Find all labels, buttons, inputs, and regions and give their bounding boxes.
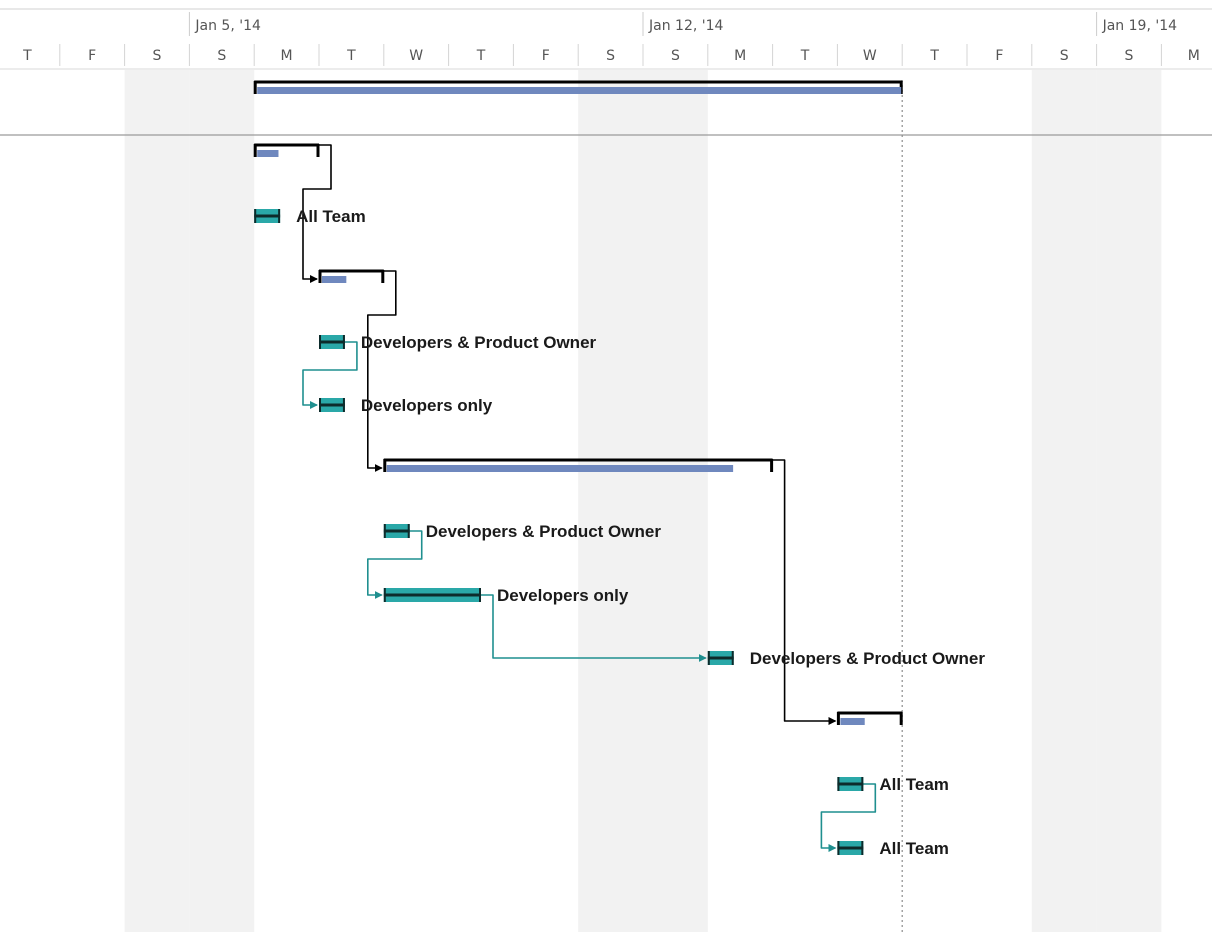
day-label: F — [995, 48, 1003, 64]
day-label: T — [800, 48, 810, 64]
task-bar-center-line — [254, 214, 281, 218]
day-label: S — [1060, 48, 1069, 64]
day-label: M — [734, 48, 746, 64]
summary-progress-bar — [322, 276, 347, 283]
day-label: W — [863, 48, 877, 64]
day-label: M — [1188, 48, 1200, 64]
day-label: T — [929, 48, 939, 64]
day-label: F — [88, 48, 96, 64]
day-label: S — [153, 48, 162, 64]
summary-bar — [318, 269, 385, 283]
summary-progress-bar — [257, 87, 902, 94]
nonworking-day-shading — [124, 68, 1162, 932]
resource-name-label: All Team — [879, 775, 949, 794]
task-bar-center-line — [383, 593, 481, 597]
weekend-shade — [578, 68, 643, 932]
resource-name-label: Developers & Product Owner — [750, 649, 986, 668]
dependency-link-summary — [772, 459, 837, 725]
resource-name-label: Developers only — [497, 586, 629, 605]
day-label: F — [542, 48, 550, 64]
task-bar[interactable] — [319, 398, 345, 412]
week-label: Jan 19, '14 — [1102, 18, 1178, 34]
summary-progress-bar — [257, 150, 279, 157]
weekend-shade — [189, 68, 255, 932]
task-bar-center-line — [837, 846, 864, 850]
summary-bar — [253, 143, 320, 157]
resource-name-label: Developers & Product Owner — [426, 522, 662, 541]
task-bar[interactable] — [707, 651, 734, 665]
task-bar-center-line — [837, 782, 864, 786]
task-bar-center-line — [319, 340, 345, 344]
task-bar[interactable] — [383, 524, 410, 538]
summary-progress-bar — [386, 465, 734, 472]
week-label: Jan 5, '14 — [194, 18, 261, 34]
resource-name-label: All Team — [296, 207, 366, 226]
summary-bar — [836, 711, 903, 725]
gantt-canvas[interactable]: Jan 5, '14 Jan 12, '14 Jan 19, '14 T F S S M T W T… — [0, 0, 1212, 932]
resource-name-label: Developers & Product Owner — [361, 333, 597, 352]
task-bar[interactable] — [254, 209, 281, 223]
resource-name-label: Developers only — [361, 396, 493, 415]
weekend-shade — [124, 68, 190, 932]
gantt-chart-view[interactable]: Jan 5, '14 Jan 12, '14 Jan 19, '14 T F S S M T W T… — [0, 0, 1212, 932]
task-bar-center-line — [707, 656, 734, 660]
day-label: S — [671, 48, 680, 64]
weekend-shade — [1031, 68, 1097, 932]
summary-bar — [253, 80, 903, 94]
day-label: S — [606, 48, 615, 64]
dependency-link-task — [302, 341, 358, 409]
week-label: Jan 12, '14 — [648, 18, 724, 34]
day-label: S — [1125, 48, 1134, 64]
day-label: T — [476, 48, 486, 64]
summary-bar — [383, 458, 774, 472]
day-label: T — [346, 48, 356, 64]
dependency-link-task — [820, 783, 877, 852]
task-bar[interactable] — [319, 335, 345, 349]
dependency-link-task — [367, 530, 423, 599]
weekend-shade — [1096, 68, 1162, 932]
task-bar[interactable] — [837, 777, 864, 791]
task-bar[interactable] — [837, 841, 864, 855]
summary-progress-bar — [840, 718, 865, 725]
task-bar-center-line — [319, 403, 345, 407]
day-label: M — [281, 48, 293, 64]
weekend-shade — [643, 68, 708, 932]
day-label: W — [409, 48, 423, 64]
day-label: T — [22, 48, 32, 64]
task-bar-center-line — [383, 529, 410, 533]
dependency-link-summary — [367, 270, 397, 472]
day-label: S — [217, 48, 226, 64]
resource-name-label: All Team — [879, 839, 949, 858]
task-bar[interactable] — [383, 588, 481, 602]
